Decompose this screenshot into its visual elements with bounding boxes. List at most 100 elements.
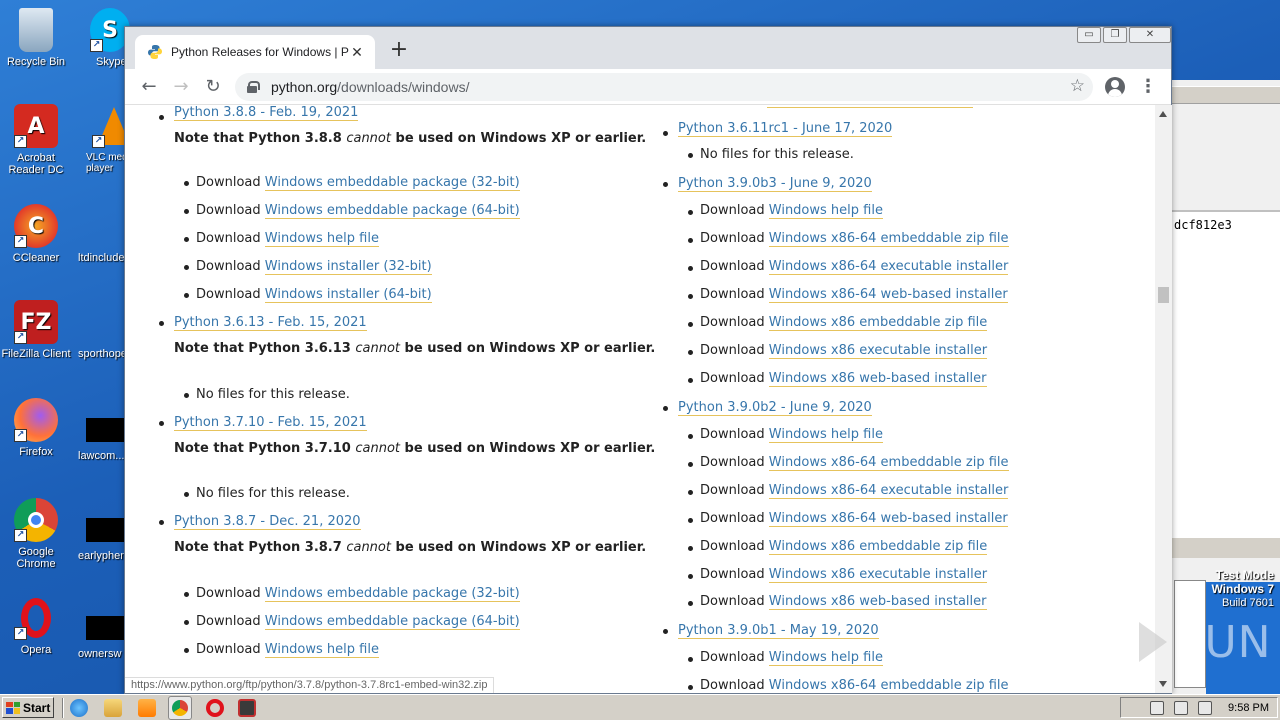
restore-button[interactable]: ❐ — [1103, 27, 1127, 43]
download-link[interactable]: Windows x86 executable installer — [768, 343, 988, 359]
download-link[interactable]: Windows x86-64 embeddable zip file — [768, 678, 1009, 693]
chrome-taskbar-button[interactable] — [168, 696, 192, 720]
list-bullet — [688, 210, 693, 215]
download-link[interactable]: Windows x86 executable installer — [768, 567, 988, 583]
menu-kebab-icon[interactable]: ⋮ — [1139, 75, 1157, 99]
download-item: Download Windows installer (64-bit) — [196, 287, 432, 303]
ie-icon[interactable] — [70, 699, 88, 717]
app-taskbar-icon[interactable] — [238, 699, 256, 717]
download-link[interactable]: Windows help file — [768, 427, 883, 443]
page-scrollbar[interactable] — [1155, 105, 1172, 693]
scroll-down-arrow-icon[interactable] — [1159, 681, 1167, 687]
network-icon[interactable] — [1174, 700, 1189, 715]
download-label: Download — [700, 594, 769, 609]
download-item: Download Windows x86 embeddable zip file — [700, 539, 988, 555]
note-text: Note that Python 3.7.10 — [174, 441, 356, 456]
download-item: Download Windows x86-64 embeddable zip f… — [700, 455, 1009, 471]
start-button[interactable]: Start — [2, 697, 54, 718]
download-link[interactable]: Windows help file — [768, 203, 883, 219]
new-tab-button[interactable]: + — [387, 39, 411, 63]
release-link-3-9-0b2[interactable]: Python 3.9.0b2 - June 9, 2020 — [678, 400, 872, 416]
download-link[interactable]: Windows x86-64 web-based installer — [768, 511, 1008, 527]
opera-taskbar-icon[interactable] — [206, 699, 224, 717]
window-controls: ▭ ❐ ✕ — [1075, 27, 1171, 45]
download-label: Download — [700, 483, 769, 498]
download-link[interactable]: Windows x86-64 embeddable zip file — [768, 455, 1009, 471]
close-tab-icon[interactable]: ✕ — [349, 44, 365, 61]
download-item: Download Windows x86-64 web-based instal… — [700, 511, 1008, 527]
release-link-3-7-10[interactable]: Python 3.7.10 - Feb. 15, 2021 — [174, 415, 367, 431]
download-link[interactable]: Windows embeddable package (64-bit) — [264, 614, 520, 630]
list-bullet — [184, 181, 189, 186]
back-arrow-icon[interactable]: ← — [137, 75, 161, 99]
download-item: Download Windows x86-64 executable insta… — [700, 259, 1009, 275]
tab-python-releases[interactable]: Python Releases for Windows | Python.org… — [135, 35, 375, 69]
note-emphasis: cannot — [346, 540, 391, 555]
download-link[interactable]: Windows x86-64 executable installer — [768, 483, 1009, 499]
release-link-3-8-7[interactable]: Python 3.8.7 - Dec. 21, 2020 — [174, 514, 361, 530]
list-bullet — [688, 574, 693, 579]
download-link[interactable]: Windows installer (64-bit) — [264, 287, 432, 303]
desktop-icon-label: FileZilla Client — [1, 348, 71, 360]
download-link[interactable]: Windows help file — [768, 650, 883, 666]
release-link-3-9-0b3[interactable]: Python 3.9.0b3 - June 9, 2020 — [678, 176, 872, 192]
download-link[interactable]: Windows x86 web-based installer — [768, 371, 987, 387]
download-link[interactable]: Windows embeddable package (64-bit) — [264, 203, 520, 219]
note-text: Note that Python 3.8.8 — [174, 131, 347, 146]
reload-icon[interactable]: ↻ — [201, 75, 225, 99]
scroll-up-arrow-icon[interactable] — [1159, 111, 1167, 117]
desktop-icon-filezilla[interactable]: FZ ↗ FileZilla Client — [0, 300, 72, 360]
list-bullet — [184, 393, 189, 398]
list-bullet — [688, 518, 693, 523]
desktop-icon-opera[interactable]: ↗ Opera — [0, 596, 72, 656]
desktop-icon-label: Recycle Bin — [6, 56, 66, 68]
volume-icon[interactable] — [1150, 700, 1165, 715]
download-link[interactable]: Windows help file — [264, 231, 379, 247]
download-item: Download Windows help file — [196, 231, 379, 247]
download-link[interactable]: Windows x86-64 embeddable zip file — [768, 231, 1009, 247]
forward-arrow-icon[interactable]: → — [169, 75, 193, 99]
download-label: Download — [700, 455, 769, 470]
download-link[interactable]: Windows x86-64 web-based installer — [768, 287, 1008, 303]
desktop-icon-recycle-bin[interactable]: Recycle Bin — [0, 8, 72, 68]
link-status-bubble: https://www.python.org/ftp/python/3.7.8/… — [125, 677, 495, 693]
test-mode-notice: Test Mode Windows 7 Build 7601 — [1211, 568, 1274, 610]
download-link[interactable]: Windows installer (32-bit) — [264, 259, 432, 275]
bookmark-star-icon[interactable]: ☆ — [1070, 76, 1085, 96]
download-link[interactable]: Windows x86 embeddable zip file — [768, 539, 988, 555]
minimize-button[interactable]: ▭ — [1077, 27, 1101, 43]
list-bullet — [688, 350, 693, 355]
release-link-3-6-13[interactable]: Python 3.6.13 - Feb. 15, 2021 — [174, 315, 367, 331]
download-link[interactable]: Windows embeddable package (32-bit) — [264, 175, 520, 191]
download-link[interactable]: Windows embeddable package (32-bit) — [264, 586, 520, 602]
download-label: Download — [700, 231, 769, 246]
clock[interactable]: 9:58 PM — [1228, 702, 1269, 714]
taskbar-divider — [62, 698, 64, 718]
list-bullet — [688, 153, 693, 158]
download-item: Download Windows x86 executable installe… — [700, 343, 988, 359]
desktop-icon-chrome[interactable]: ↗ Google Chrome — [0, 498, 72, 570]
desktop-icon-ccleaner[interactable]: C ↗ CCleaner — [0, 204, 72, 264]
desktop-icon-acrobat[interactable]: A ↗ Acrobat Reader DC — [0, 104, 72, 176]
download-link[interactable]: Windows x86 embeddable zip file — [768, 315, 988, 331]
file-thumbnail — [86, 616, 126, 640]
address-bar[interactable]: python.org/downloads/windows/ ☆ — [235, 73, 1093, 101]
download-link[interactable]: Windows help file — [264, 642, 379, 658]
scrollbar-thumb[interactable] — [1158, 287, 1169, 303]
download-link[interactable]: Windows x86-64 executable installer — [768, 259, 1009, 275]
google-chrome-icon: ↗ — [14, 498, 58, 542]
close-window-button[interactable]: ✕ — [1129, 27, 1171, 43]
lock-icon — [247, 81, 260, 93]
release-link-3-6-11rc1[interactable]: Python 3.6.11rc1 - June 17, 2020 — [678, 121, 893, 137]
media-player-icon[interactable] — [138, 699, 156, 717]
desktop-icon-firefox[interactable]: ↗ Firefox — [0, 398, 72, 458]
action-center-flag-icon[interactable] — [1198, 700, 1213, 715]
release-link-3-8-8[interactable]: Python 3.8.8 - Feb. 19, 2021 — [174, 105, 359, 121]
release-link-3-9-0b1[interactable]: Python 3.9.0b1 - May 19, 2020 — [678, 623, 879, 639]
account-icon[interactable] — [1105, 77, 1125, 97]
desktop-icon-label: Opera — [20, 644, 52, 656]
download-label: Download — [700, 511, 769, 526]
filezilla-icon: FZ ↗ — [14, 300, 58, 344]
explorer-icon[interactable] — [104, 699, 122, 717]
download-link[interactable]: Windows x86 web-based installer — [768, 594, 987, 610]
